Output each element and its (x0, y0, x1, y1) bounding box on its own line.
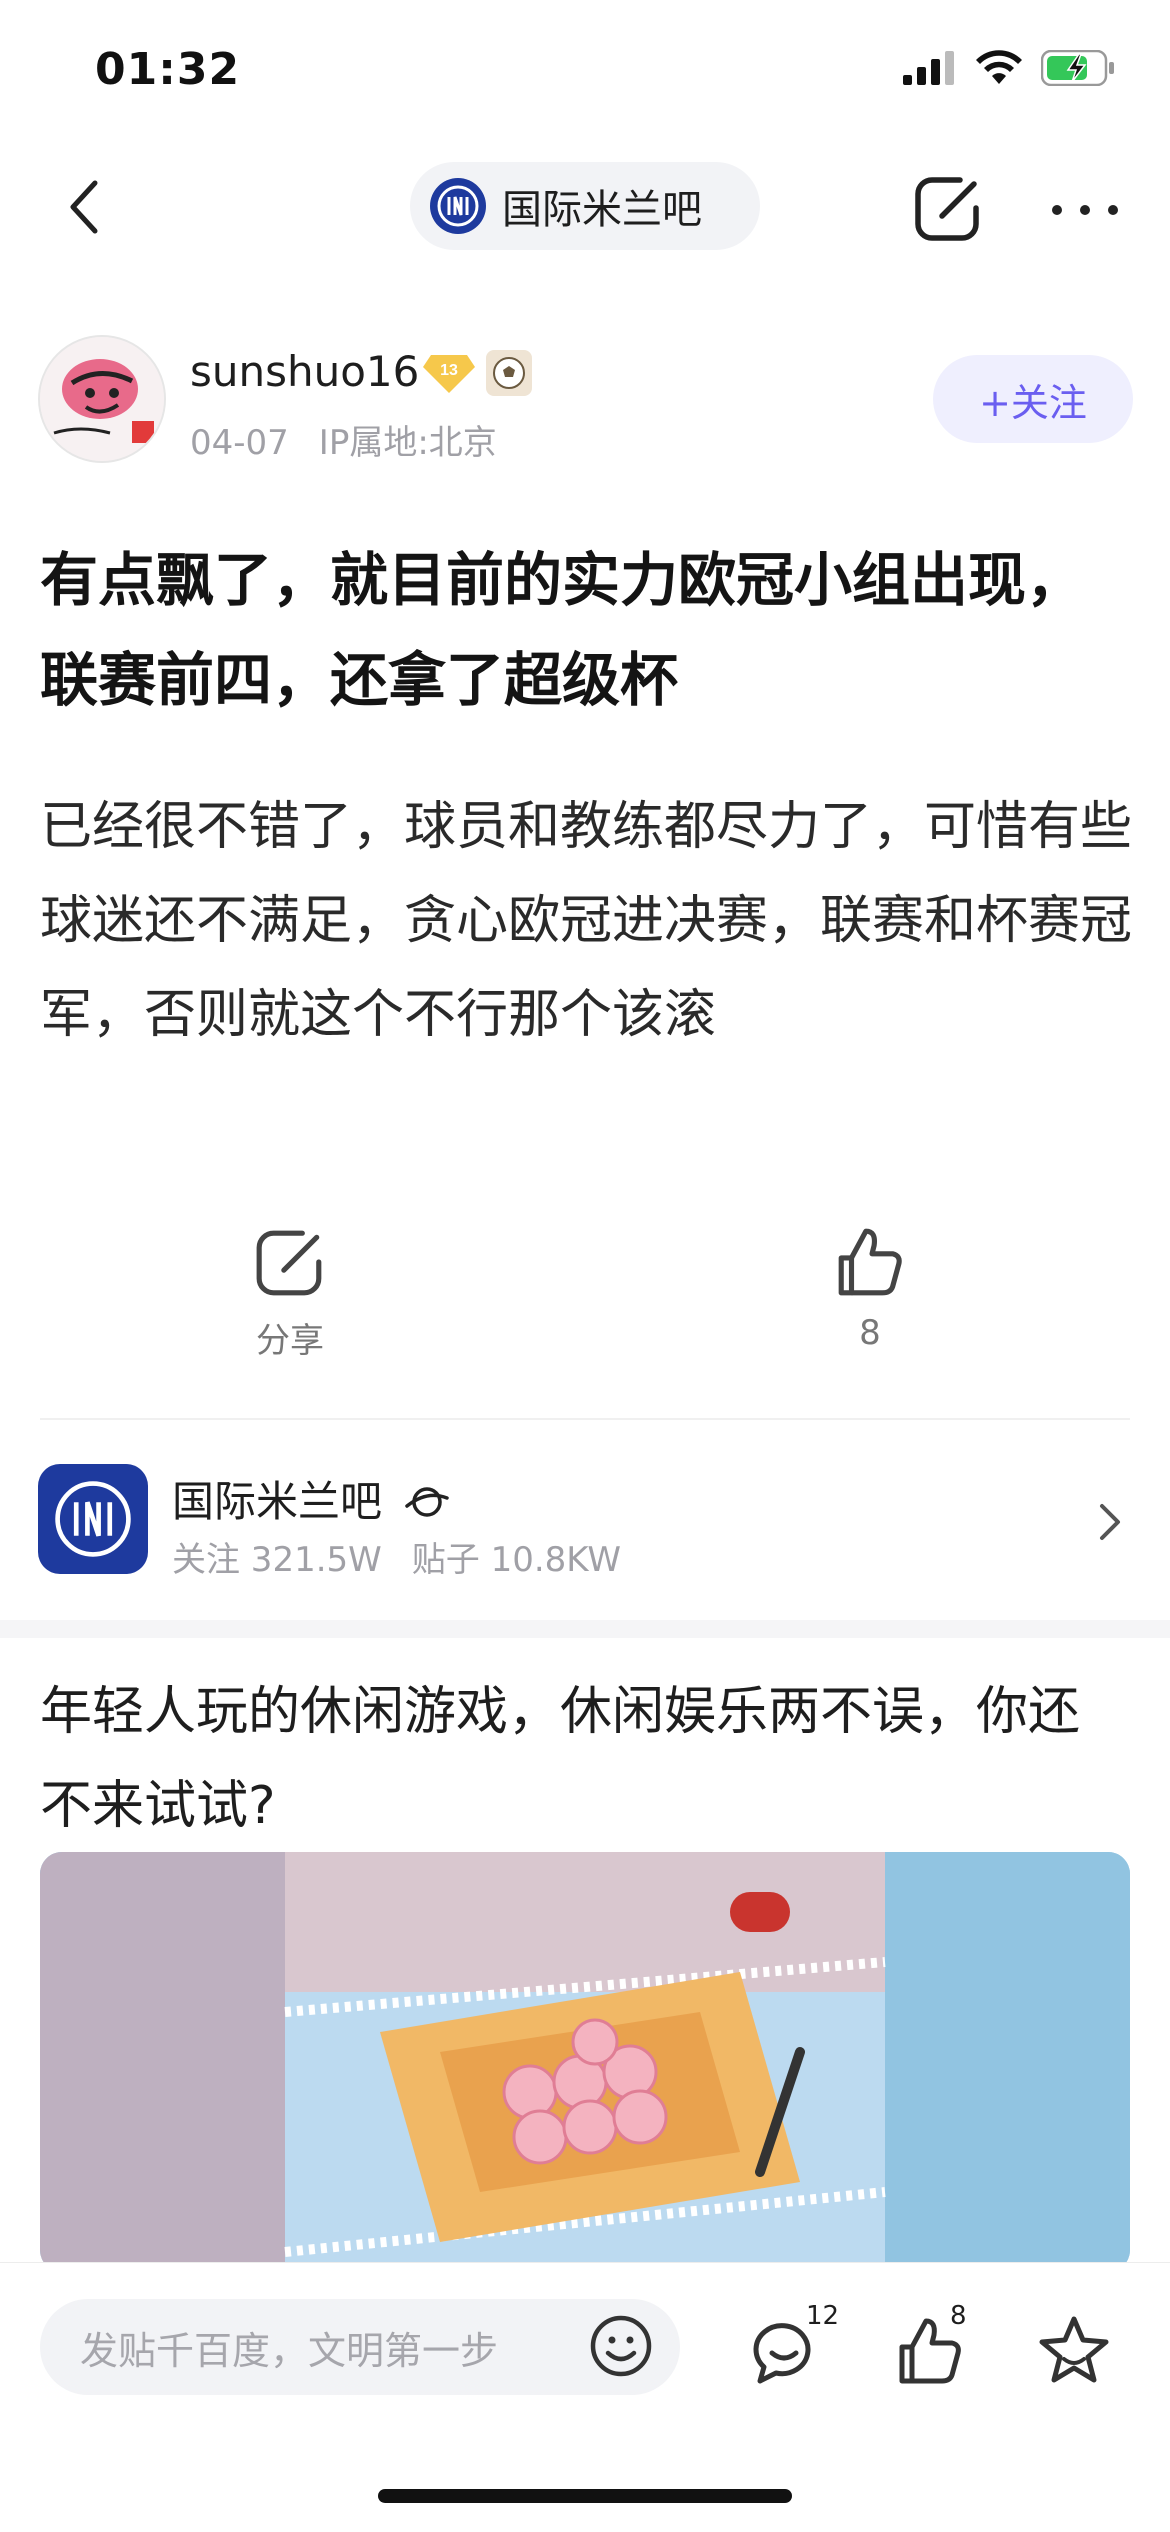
share-edit-icon (915, 177, 979, 241)
share-edit-button[interactable] (908, 168, 988, 248)
status-icons (903, 50, 1115, 86)
divider (40, 1418, 1130, 1420)
username[interactable]: sunshuo16 (190, 347, 419, 396)
share-icon (256, 1230, 322, 1296)
like-count-bottom: 8 (950, 2301, 967, 2331)
level-badge-icon: 13 (423, 355, 475, 393)
wifi-icon (976, 50, 1022, 84)
emoji-icon[interactable] (588, 2313, 654, 2379)
follow-button[interactable]: +关注 (933, 355, 1133, 443)
inter-logo-icon (430, 178, 486, 234)
status-bar: 01:32 (0, 0, 1170, 140)
forum-followers: 关注 321.5W (172, 1540, 382, 1580)
chevron-right-icon (1100, 1504, 1120, 1540)
level-number: 13 (440, 362, 458, 379)
like-action[interactable]: 8 (790, 1225, 950, 1353)
like-count: 8 (859, 1313, 881, 1353)
forum-card[interactable]: 国际米兰吧 关注 321.5W 贴子 10.8KW (0, 1450, 1170, 1620)
post-actions: 分享 8 (0, 1225, 1170, 1385)
home-indicator (378, 2489, 792, 2503)
star-icon (1039, 2316, 1109, 2383)
bottom-bar: 发贴千百度，文明第一步 12 8 (0, 2262, 1170, 2532)
forum-pill[interactable]: 国际米兰吧 (410, 162, 760, 250)
chevron-left-icon (70, 180, 98, 234)
battery-charging-icon (1041, 50, 1114, 86)
like-button[interactable]: 8 (888, 2301, 988, 2401)
forum-logo-icon (38, 1464, 148, 1574)
favorite-button[interactable] (1032, 2301, 1132, 2401)
thumbs-up-icon (838, 1228, 902, 1296)
forum-pill-name: 国际米兰吧 (502, 187, 702, 233)
ad-image[interactable] (40, 1852, 1130, 2272)
official-badge-icon (405, 1487, 450, 1517)
forum-name: 国际米兰吧 (172, 1468, 450, 1529)
nav-bar: 国际米兰吧 (0, 150, 1170, 270)
more-button[interactable] (1040, 180, 1130, 240)
comment-count: 12 (806, 2301, 840, 2331)
post-title: 有点飘了，就目前的实力欧冠小组出现，联赛前四，还拿了超级杯 (40, 546, 1085, 714)
comment-button[interactable]: 12 (740, 2301, 840, 2401)
post-meta: 04-07 IP属地:北京 (190, 415, 497, 464)
status-time: 01:32 (95, 44, 241, 95)
comment-input[interactable]: 发贴千百度，文明第一步 (40, 2299, 680, 2395)
author-row: sunshuo16 13 04-07 IP属地:北京 +关注 (38, 335, 1138, 465)
post-date: 04-07 (190, 423, 289, 463)
section-separator (0, 1620, 1170, 1638)
back-button[interactable] (50, 172, 120, 242)
ad-title[interactable]: 年轻人玩的休闲游戏，休闲娱乐两不误，你还不来试试? (40, 1665, 1130, 1853)
signal-icon (903, 51, 954, 85)
share-action[interactable]: 分享 (210, 1225, 370, 1362)
forum-posts: 贴子 10.8KW (411, 1540, 621, 1580)
forum-stats: 关注 321.5W 贴子 10.8KW (172, 1532, 621, 1581)
avatar[interactable] (38, 335, 166, 463)
football-badge-icon (486, 350, 532, 396)
share-label: 分享 (256, 1321, 324, 1361)
more-dots-icon (1052, 205, 1118, 215)
post-body: 已经很不错了，球员和教练都尽力了，可惜有些球迷还不满足，贪心欧冠进决赛，联赛和杯… (40, 797, 1133, 1045)
ip-location: IP属地:北京 (318, 423, 497, 463)
